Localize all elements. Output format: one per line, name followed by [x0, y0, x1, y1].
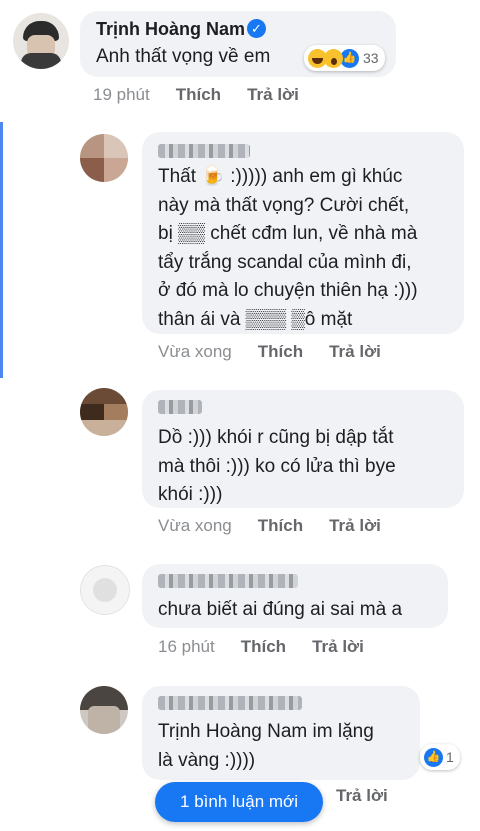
comment-author-blurred[interactable]: [158, 144, 250, 158]
comment-text: chưa biết ai đúng ai sai mà a: [158, 599, 403, 620]
like-link[interactable]: Thích: [241, 637, 286, 656]
reply-link[interactable]: Trả lời: [329, 516, 381, 535]
comment-text: Dồ :))) khói r cũng bị dập tắt mà thôi :…: [158, 427, 396, 505]
like-link[interactable]: Thích: [258, 516, 303, 535]
new-comments-button[interactable]: 1 bình luận mới: [155, 782, 323, 822]
comment-time[interactable]: 19 phút: [93, 85, 150, 104]
comment-time[interactable]: Vừa xong: [158, 516, 232, 535]
comment-author-blurred[interactable]: [158, 696, 302, 710]
comment-author[interactable]: Trịnh Hoàng Nam: [96, 19, 245, 40]
like-link[interactable]: Thích: [176, 85, 221, 104]
comment-actions: 16 phút Thích Trả lời: [158, 637, 390, 657]
avatar[interactable]: [80, 134, 128, 182]
comment-text: Thất 🍺 :))))) anh em gì khúc này mà thất…: [158, 166, 418, 330]
reactions-summary[interactable]: 👍 1: [420, 744, 460, 770]
reaction-count: 33: [363, 50, 379, 66]
comment-actions: Vừa xong Thích Trả lời: [158, 342, 407, 362]
like-icon: 👍: [424, 747, 443, 767]
comment-actions: Vừa xong Thích Trả lời: [158, 516, 407, 536]
avatar[interactable]: [80, 388, 128, 436]
comment-time[interactable]: Vừa xong: [158, 342, 232, 361]
comment-text: Trịnh Hoàng Nam im lặng là vàng :)))): [158, 721, 374, 771]
avatar[interactable]: [80, 686, 128, 734]
active-thread-indicator: [0, 122, 3, 378]
comment-actions: 19 phút Thích Trả lời: [93, 85, 325, 105]
reply-link[interactable]: Trả lời: [336, 786, 388, 805]
reaction-count: 1: [446, 749, 454, 765]
comment-time[interactable]: 16 phút: [158, 637, 215, 656]
comment-author-blurred[interactable]: [158, 400, 202, 414]
wow-emoji-icon: [324, 48, 343, 68]
reply-link[interactable]: Trả lời: [247, 85, 299, 104]
avatar[interactable]: [80, 565, 130, 615]
reply-link[interactable]: Trả lời: [312, 637, 364, 656]
comment-actions: Trả lời: [336, 786, 414, 806]
like-link[interactable]: Thích: [258, 342, 303, 361]
avatar[interactable]: [13, 13, 69, 69]
verified-badge-icon: ✓: [247, 19, 266, 38]
comment-author-blurred[interactable]: [158, 574, 298, 588]
reply-link[interactable]: Trả lời: [329, 342, 381, 361]
new-comments-label: 1 bình luận mới: [180, 792, 298, 811]
comment-text: Anh thất vọng về em: [96, 46, 271, 67]
reactions-summary[interactable]: 👍 33: [304, 45, 385, 71]
